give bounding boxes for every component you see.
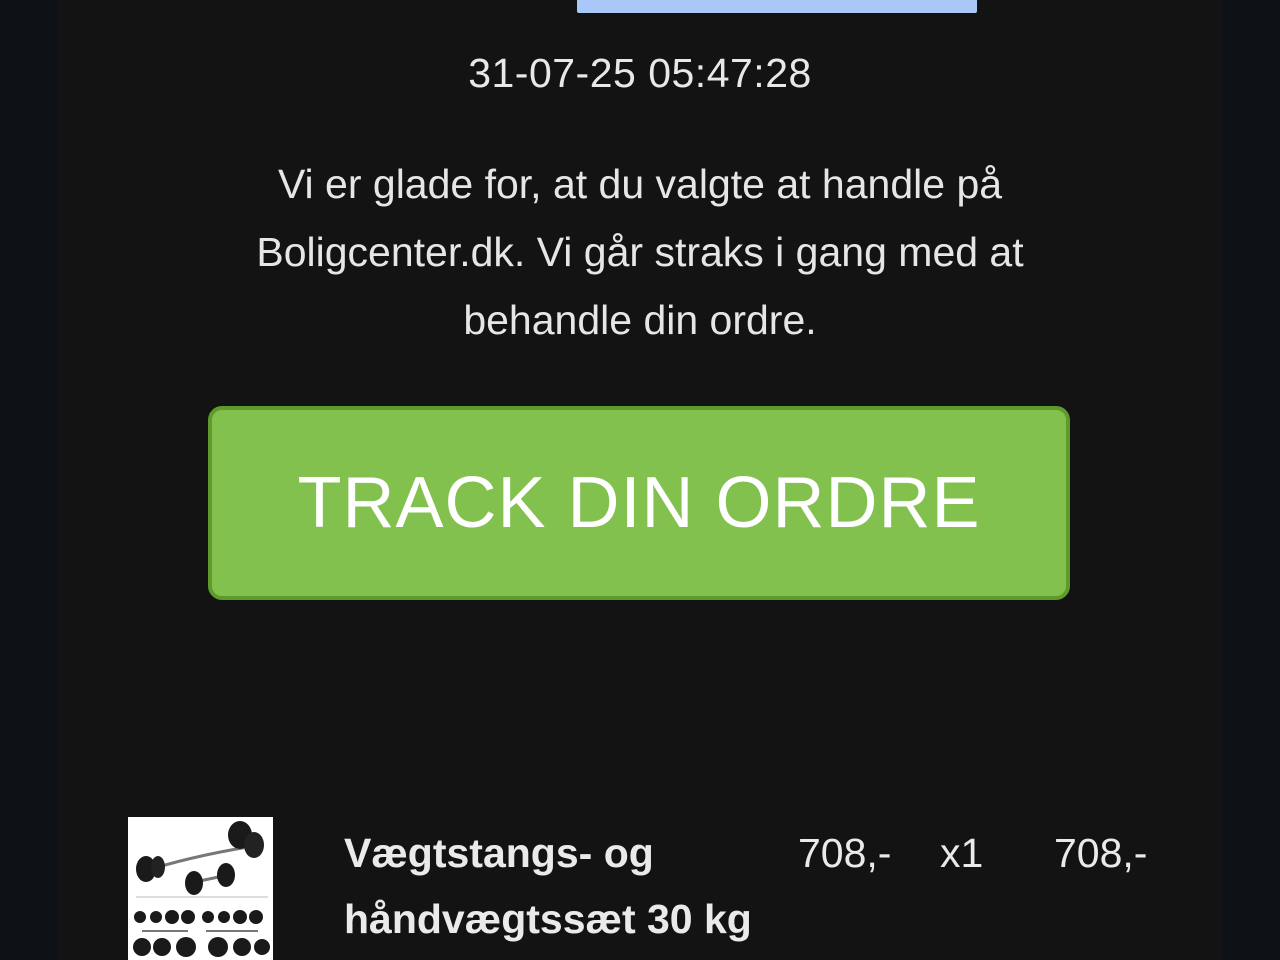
- message-line: Boligcenter.dk. Vi går straks i gang med…: [256, 229, 1024, 275]
- order-timestamp: 31-07-25 05:47:28: [468, 50, 812, 96]
- product-name-line: håndvægtssæt 30 kg: [344, 896, 752, 942]
- product-name-line: Vægtstangs- og: [344, 830, 654, 876]
- product-image[interactable]: [128, 817, 273, 960]
- dumbbell-set-image: [128, 817, 273, 960]
- track-order-button[interactable]: TRACK DIN ORDRE: [208, 406, 1070, 600]
- product-quantity: x1: [940, 830, 984, 876]
- message-line: Vi er glade for, at du valgte at handle …: [277, 161, 1003, 207]
- thank-you-message: Vi er glade for, at du valgte at handle …: [190, 150, 1090, 354]
- email-view: 31-07-25 05:47:28 Vi er glade for, at du…: [0, 0, 1280, 960]
- message-line: behandle din ordre.: [463, 297, 817, 343]
- product-name[interactable]: Vægtstangs- og håndvægtssæt 30 kg: [344, 820, 784, 952]
- product-line-total: 708,-: [1054, 830, 1148, 876]
- header-accent-bar: [577, 0, 977, 13]
- product-unit-price: 708,-: [798, 830, 892, 876]
